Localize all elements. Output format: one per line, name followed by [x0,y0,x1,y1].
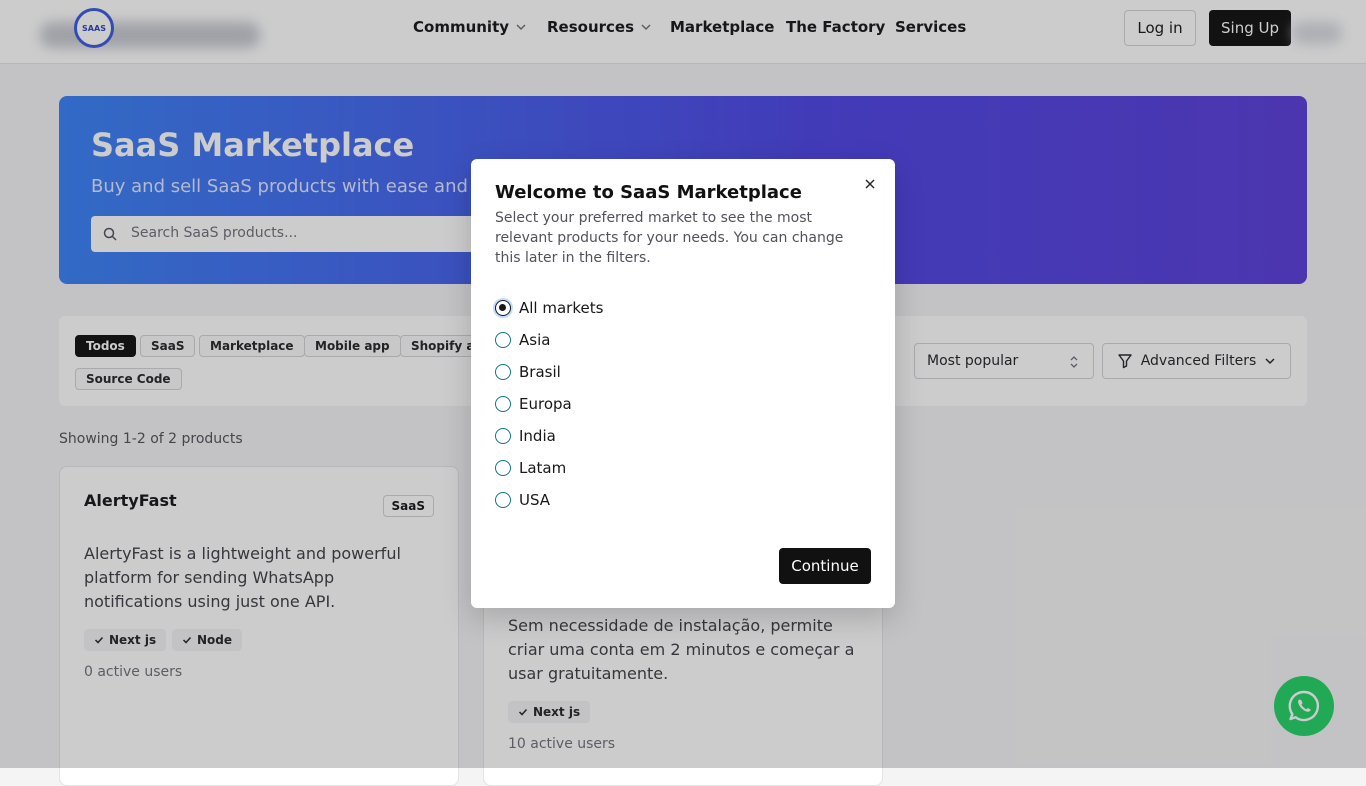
market-option-europa[interactable]: Europa [495,394,572,414]
market-option-asia[interactable]: Asia [495,330,550,350]
continue-button[interactable]: Continue [779,548,871,584]
radio-button[interactable] [495,460,511,476]
market-option-all-markets[interactable]: All markets [495,298,603,318]
market-option-usa[interactable]: USA [495,490,550,510]
close-icon[interactable] [863,177,877,191]
market-option-brasil[interactable]: Brasil [495,362,561,382]
market-option-india[interactable]: India [495,426,556,446]
radio-button[interactable] [495,364,511,380]
radio-button[interactable] [495,396,511,412]
market-selection-dialog: Welcome to SaaS Marketplace Select your … [471,159,895,608]
market-option-latam[interactable]: Latam [495,458,566,478]
dialog-title: Welcome to SaaS Marketplace [495,182,802,203]
radio-button[interactable] [495,428,511,444]
dialog-description: Select your preferred market to see the … [495,210,844,266]
radio-button[interactable] [495,492,511,508]
radio-button[interactable] [495,300,511,316]
radio-button[interactable] [495,332,511,348]
